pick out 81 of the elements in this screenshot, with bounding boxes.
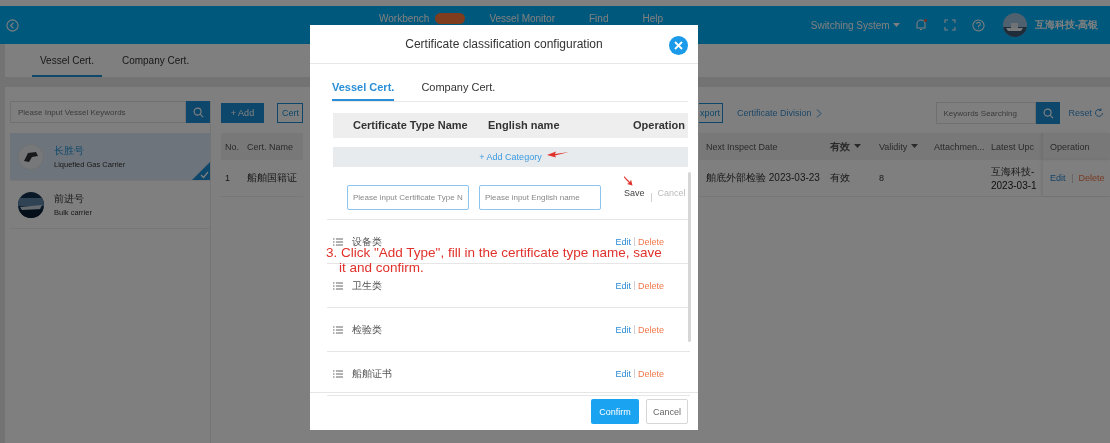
column-header: Validity [879, 141, 908, 152]
column-header: Cert. Name [247, 141, 293, 152]
column-header: Certificate Type Name [353, 119, 469, 132]
nav-item[interactable]: Find [589, 12, 609, 24]
search-icon [1043, 107, 1054, 119]
table-cell-text: 舶底外部检验 2023-03-23 [705, 171, 821, 185]
category-name: 船舶证书 [352, 366, 392, 381]
help-icon[interactable] [971, 18, 985, 32]
edit-link[interactable]: Edit [1050, 173, 1066, 183]
back-icon[interactable] [6, 18, 19, 32]
tab[interactable]: Company Cert. [113, 55, 198, 77]
column-header: Latest Upc [991, 141, 1035, 152]
edit-link[interactable]: Edit [615, 236, 631, 247]
nav-item[interactable]: Vessel Monitor [489, 12, 555, 24]
check-corner-icon [192, 162, 210, 180]
column-header: Next Inspect Date [706, 141, 778, 152]
division-link[interactable]: Certificate Division [737, 108, 812, 118]
close-icon[interactable] [669, 36, 688, 55]
category-name: 检验类 [352, 322, 382, 337]
drag-handle-icon[interactable] [333, 369, 343, 378]
vessel-name: 前进号 [54, 192, 85, 206]
delete-link[interactable]: Delete [638, 324, 664, 335]
nav-item[interactable]: Help [642, 12, 664, 24]
input-field[interactable]: Please input English name [479, 185, 601, 211]
cancel-button[interactable]: Cancel [646, 399, 688, 425]
add-button[interactable]: + Add [221, 103, 264, 123]
user-name[interactable]: 互海科技-高银 [1034, 18, 1098, 32]
delete-link[interactable]: Delete [638, 280, 664, 291]
column-header: No. [224, 141, 240, 152]
table-cell: 2023-03-1 [991, 180, 1037, 191]
column-header: Operation [633, 119, 685, 132]
tab[interactable]: Company Cert. [421, 76, 496, 101]
column-header: Operation [1050, 141, 1090, 152]
input-field[interactable]: Please input Certificate Type N [347, 185, 469, 211]
column-header: English name [488, 119, 560, 132]
table-cell-text: 有效 [829, 171, 851, 185]
save-link[interactable]: Save [624, 187, 645, 198]
search-icon [192, 106, 204, 118]
bell-icon[interactable] [913, 18, 928, 32]
reset-link[interactable]: Reset [1068, 108, 1092, 118]
column-header: 有效 [830, 139, 850, 154]
export-button[interactable]: xport [699, 103, 723, 123]
drag-handle-icon[interactable] [333, 237, 343, 246]
fullscreen-icon[interactable] [943, 19, 956, 31]
edit-link[interactable]: Edit [615, 280, 631, 291]
cancel-link[interactable]: Cancel [657, 187, 686, 198]
caret-icon [892, 22, 900, 28]
nav-item[interactable]: Workbench [379, 12, 430, 24]
vessel-name: 长胜号 [54, 144, 85, 158]
table-cell: 船舶国籍证 [247, 171, 297, 185]
delete-link[interactable]: Delete [638, 368, 664, 379]
confirm-button[interactable]: Confirm [591, 399, 639, 425]
annotation-text: 3. Click "Add Type", fill in the certificate type name, save it and confirm. [326, 245, 663, 276]
delete-link[interactable]: Delete [1078, 173, 1105, 183]
tab[interactable]: Vessel Cert. [332, 76, 395, 101]
table-cell-text: 1 [224, 173, 231, 183]
refresh-icon[interactable] [1094, 108, 1104, 118]
annotation-arrow [547, 150, 569, 158]
scrollbar[interactable] [688, 172, 691, 343]
cert-button[interactable]: Cert [277, 103, 303, 123]
ship-icon [18, 143, 44, 170]
caret-icon[interactable] [911, 144, 919, 149]
add-category-bar[interactable]: + Add Category [333, 146, 688, 168]
column-header: Attachmen... [934, 141, 985, 152]
drag-handle-icon[interactable] [333, 281, 343, 290]
chevron-right-icon [815, 108, 822, 118]
annotation-arrow [624, 176, 633, 187]
tab[interactable]: Vessel Cert. [32, 55, 102, 77]
table-cell-text: 8 [878, 173, 885, 183]
search-button[interactable] [1036, 102, 1061, 124]
caret-icon[interactable] [854, 144, 861, 149]
edit-link[interactable]: Edit [615, 324, 631, 335]
delete-link[interactable]: Delete [638, 236, 664, 247]
edit-link[interactable]: Edit [615, 368, 631, 379]
search-button[interactable] [186, 101, 210, 123]
category-name: 卫生类 [352, 278, 382, 293]
drag-handle-icon[interactable] [333, 325, 343, 334]
dialog-title: Certificate classification configuration [405, 36, 603, 51]
category-name: 设备类 [352, 234, 382, 247]
table-cell: 互海科技- [991, 165, 1035, 179]
system-switcher[interactable]: Switching System [810, 19, 890, 31]
